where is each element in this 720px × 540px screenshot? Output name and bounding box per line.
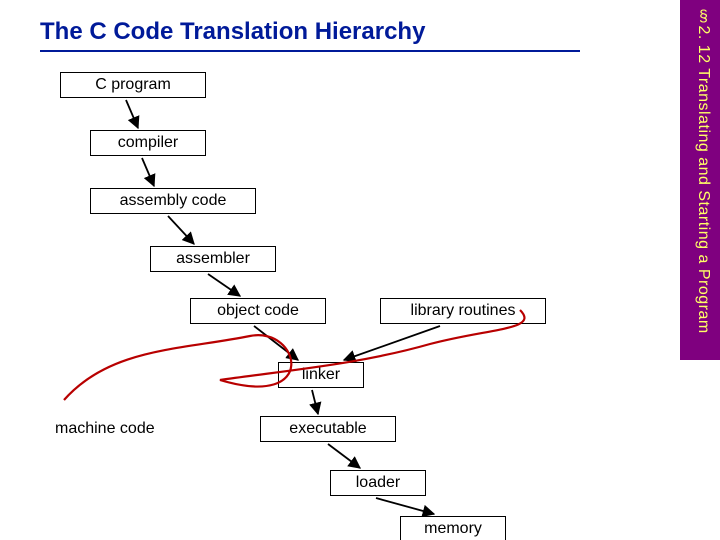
node-object-code: object code <box>190 298 326 324</box>
node-executable: executable <box>260 416 396 442</box>
node-library-routines: library routines <box>380 298 546 324</box>
node-assembler: assembler <box>150 246 276 272</box>
node-compiler: compiler <box>90 130 206 156</box>
label-machine-code: machine code <box>55 420 155 438</box>
title-underline <box>40 50 580 52</box>
section-sidebar-label: §2. 12 Translating and Starting a Progra… <box>688 8 712 352</box>
slide: The C Code Translation Hierarchy §2. 12 … <box>0 0 720 540</box>
node-memory: memory <box>400 516 506 540</box>
node-assembly-code: assembly code <box>90 188 256 214</box>
node-linker: linker <box>278 362 364 388</box>
node-loader: loader <box>330 470 426 496</box>
page-title: The C Code Translation Hierarchy <box>40 18 425 46</box>
node-c-program: C program <box>60 72 206 98</box>
